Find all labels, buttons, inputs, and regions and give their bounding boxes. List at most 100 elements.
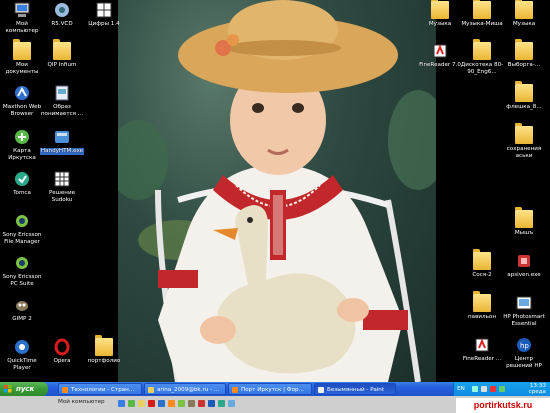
quick-launch-icon[interactable] [118,400,125,407]
desktop-icon-label: Sony Ericsson PC Suite [2,274,42,287]
start-button[interactable]: пуск [0,382,48,396]
desktop-icon-music-misha[interactable]: Музыка-Миша [460,0,504,28]
desktop-icon-apsiven[interactable]: apsiven.exe [502,252,546,279]
clock[interactable]: 13:33 среда [529,383,546,395]
quick-launch-icon[interactable] [228,400,235,407]
desktop-icon-hp-center[interactable]: hp Центр решений HP [502,336,546,369]
folder-icon [515,81,533,102]
desktop-icon-numbers[interactable]: Цифры 1.4 [82,1,126,28]
app-icon [55,3,69,17]
folder-icon [473,0,491,19]
folder-icon [515,39,533,60]
taskbar-button-paint[interactable]: Безымянный - Paint [314,383,396,395]
volume-icon[interactable] [481,386,487,392]
quick-launch-icon[interactable] [138,400,145,407]
quick-launch-icon[interactable] [128,400,135,407]
desktop-icon-obraz[interactable]: Образ понимается ... [40,84,84,117]
desktop-icon-label: QuickTime Player [7,358,37,371]
desktop-icon-my-documents[interactable]: Мои документы [0,39,44,75]
desktop-icon-label: сохранения аськи [506,146,542,159]
start-label: пуск [16,385,35,393]
desktop-icon-hp-photosmart[interactable]: HP Photosmart Essential [502,294,546,327]
desktop-icon-label: Карта Иркутска [8,148,36,161]
desktop-icon-my-computer[interactable]: Мой компьютер [0,1,44,34]
folder-icon [473,249,491,270]
icq-icon[interactable] [499,386,505,392]
clock-day: среда [528,389,546,395]
desktop-icon-sudoku[interactable]: Решение Sudoku [40,170,84,203]
system-tray: EN 13:33 среда [453,382,550,396]
desktop-icon-flash[interactable]: флешка_8... [502,81,546,111]
desktop-icon-label: павильон [468,314,496,320]
taskbar-button-label: Безымянный - Paint [327,387,385,393]
antivirus-icon[interactable] [490,386,496,392]
quick-launch-icon[interactable] [168,400,175,407]
maxthon-icon [15,86,29,100]
desktop-icon-tomca[interactable]: Tomca [0,170,44,197]
desktop-icon-music-2[interactable]: Музыка [502,0,546,28]
desktop-icon-qip-infium[interactable]: QIP Infium [40,39,84,69]
taskbar-button-port[interactable]: Порт Иркутск | Фор... [228,383,312,395]
desktop-icon-opera[interactable]: Opera [40,338,84,365]
taskbar-button-label: arina_2009@bk.ru - ... [157,387,220,393]
desktop-icon-label: Образ понимается ... [40,104,84,117]
browser-icon [62,387,68,393]
desktop-icon-finereader[interactable]: FineReader ... [460,336,504,363]
language-indicator[interactable]: EN [454,382,468,396]
folder-icon [431,0,449,19]
quick-launch-icon[interactable] [208,400,215,407]
watermark: portirkutsk.ru [456,398,550,413]
folder-icon [515,123,533,144]
desktop-icon-sosya2[interactable]: Сося-2 [460,249,504,279]
desktop-icon-music[interactable]: Музыка [418,0,462,28]
sony-icon [16,215,28,227]
svg-text:hp: hp [520,342,529,350]
desktop-icon-label: Цифры 1.4 [88,21,120,27]
desktop-icon-quicktime[interactable]: QuickTime Player [0,338,44,371]
gimp-icon [16,301,28,311]
taskbar-button-tech[interactable]: Технологии - Стран... [58,383,142,395]
quick-launch-icon[interactable] [148,400,155,407]
desktop-icon-gimp[interactable]: GIMP 2 [0,296,44,323]
desktop-icon-disco[interactable]: Дискотека 80-90_Eng6... [460,39,504,75]
desktop-icon-handyhtm[interactable]: HandyHTM.exe [40,128,84,155]
hp-icon [516,296,532,310]
quick-launch-icon[interactable] [198,400,205,407]
sony-icon [16,257,28,269]
folder-icon [95,335,113,356]
desktop-icon-label: Opera [53,358,71,364]
desktop-icon-label: Музыка-Миша [461,21,503,27]
desktop-icon-sony-file-manager[interactable]: Sony Ericsson File Manager [0,212,44,245]
quick-launch-icon[interactable] [158,400,165,407]
folder-icon [53,39,71,60]
desktop-icon-icq-saves[interactable]: сохранения аськи [502,123,546,159]
desktop-icon-maxthon[interactable]: Maxthon Web Browser [0,84,44,117]
my-computer-icon [14,2,30,17]
desktop-icon-mysh[interactable]: Мышъ [502,207,546,237]
wallpaper-image [118,0,436,382]
desktop-icon-sony-pc-suite[interactable]: Sony Ericsson PC Suite [0,254,44,287]
taskbar-button-mail[interactable]: arina_2009@bk.ru - ... [144,383,226,395]
desktop-icon-pavilion[interactable]: павильон [460,291,504,321]
quick-launch-icon[interactable] [178,400,185,407]
desktop-icon-label: Музыка [512,21,536,27]
map-icon [15,130,29,144]
desktop-icon-finereader7[interactable]: FineReader 7.0 [418,42,462,69]
quick-launch-icon[interactable] [188,400,195,407]
document-icon [55,85,69,101]
finereader-icon [475,338,489,352]
desktop-icon-portfolio[interactable]: портфолио [82,335,126,365]
desktop-icon-label: портфолио [87,358,121,364]
desktop-icon-vyborga[interactable]: Выборга-... [502,39,546,69]
sudoku-icon [54,171,70,187]
desktop-icon-label: HP Photosmart Essential [503,314,545,327]
desktop-icon-label: Сося-2 [472,272,492,278]
quick-launch-icon[interactable] [218,400,225,407]
desktop-icon-map-irkutsk[interactable]: Карта Иркутска [0,128,44,161]
opera-icon [54,338,70,356]
desktop-icon-r5vcd[interactable]: R5.VCD [40,1,84,28]
desktop-icon-label: Мои документы [5,62,39,75]
desktop-icon-label: Мышъ [514,230,534,236]
desktop-icon-label: QIP Infium [47,62,77,68]
network-icon[interactable] [472,386,478,392]
